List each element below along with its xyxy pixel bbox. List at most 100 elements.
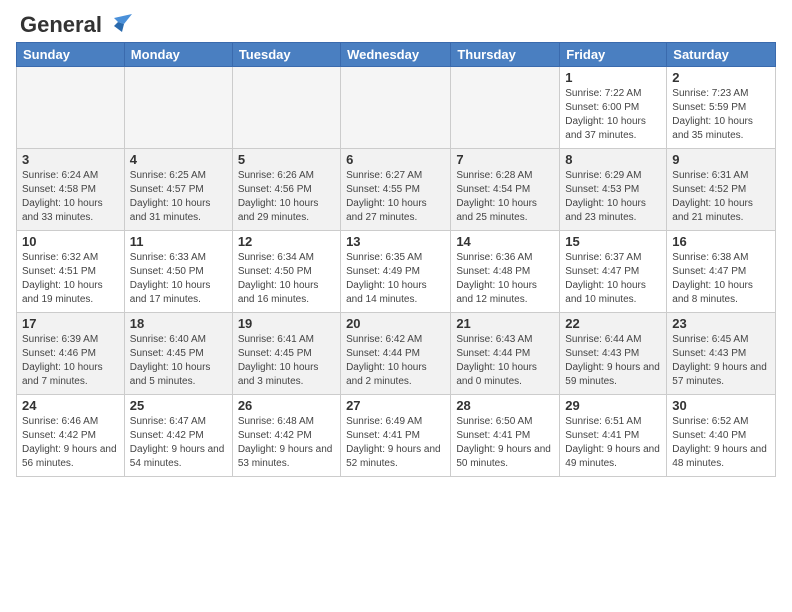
date-number: 11 <box>130 234 227 249</box>
cell-info: Sunrise: 6:49 AM Sunset: 4:41 PM Dayligh… <box>346 415 445 471</box>
cell-info: Sunrise: 6:32 AM Sunset: 4:51 PM Dayligh… <box>22 251 119 307</box>
cell-info: Sunrise: 6:43 AM Sunset: 4:44 PM Dayligh… <box>456 333 554 389</box>
date-number: 9 <box>672 152 770 167</box>
calendar-cell: 19 Sunrise: 6:41 AM Sunset: 4:45 PM Dayli… <box>232 313 340 395</box>
calendar-week-row: 3 Sunrise: 6:24 AM Sunset: 4:58 PM Daylig… <box>17 149 776 231</box>
cell-info: Sunrise: 6:40 AM Sunset: 4:45 PM Dayligh… <box>130 333 227 389</box>
cell-info: Sunrise: 6:36 AM Sunset: 4:48 PM Dayligh… <box>456 251 554 307</box>
calendar-cell: 12 Sunrise: 6:34 AM Sunset: 4:50 PM Dayli… <box>232 231 340 313</box>
date-number: 2 <box>672 70 770 85</box>
calendar-cell <box>17 67 125 149</box>
weekday-header-tuesday: Tuesday <box>232 43 340 67</box>
calendar-cell: 6Sunrise: 6:27 AM Sunset: 4:55 PM Daylig… <box>341 149 451 231</box>
calendar-cell: 9 Sunrise: 6:31 AM Sunset: 4:52 PM Daylig… <box>667 149 776 231</box>
calendar-cell: 21 Sunrise: 6:43 AM Sunset: 4:44 PM Dayli… <box>451 313 560 395</box>
cell-info: Sunrise: 6:44 AM Sunset: 4:43 PM Dayligh… <box>565 333 661 389</box>
cell-info: Sunrise: 6:35 AM Sunset: 4:49 PM Dayligh… <box>346 251 445 307</box>
date-number: 30 <box>672 398 770 413</box>
cell-info: Sunrise: 7:23 AM Sunset: 5:59 PM Dayligh… <box>672 87 770 143</box>
date-number: 25 <box>130 398 227 413</box>
calendar-cell: 18 Sunrise: 6:40 AM Sunset: 4:45 PM Dayli… <box>124 313 232 395</box>
date-number: 18 <box>130 316 227 331</box>
cell-info: Sunrise: 6:31 AM Sunset: 4:52 PM Dayligh… <box>672 169 770 225</box>
date-number: 16 <box>672 234 770 249</box>
date-number: 8 <box>565 152 661 167</box>
cell-info: Sunrise: 6:41 AM Sunset: 4:45 PM Dayligh… <box>238 333 335 389</box>
logo-text-general: General <box>20 12 102 38</box>
calendar-cell: 15 Sunrise: 6:37 AM Sunset: 4:47 PM Dayli… <box>560 231 667 313</box>
calendar-cell: 17 Sunrise: 6:39 AM Sunset: 4:46 PM Dayli… <box>17 313 125 395</box>
cell-info: Sunrise: 6:26 AM Sunset: 4:56 PM Dayligh… <box>238 169 335 225</box>
cell-info: Sunrise: 6:38 AM Sunset: 4:47 PM Dayligh… <box>672 251 770 307</box>
date-number: 5 <box>238 152 335 167</box>
cell-info: Sunrise: 6:25 AM Sunset: 4:57 PM Dayligh… <box>130 169 227 225</box>
date-number: 28 <box>456 398 554 413</box>
cell-info: Sunrise: 6:27 AM Sunset: 4:55 PM Dayligh… <box>346 169 445 225</box>
calendar-cell: 16 Sunrise: 6:38 AM Sunset: 4:47 PM Dayli… <box>667 231 776 313</box>
calendar-cell: 4 Sunrise: 6:25 AM Sunset: 4:57 PM Daylig… <box>124 149 232 231</box>
weekday-header-saturday: Saturday <box>667 43 776 67</box>
calendar-cell <box>232 67 340 149</box>
cell-info: Sunrise: 7:22 AM Sunset: 6:00 PM Dayligh… <box>565 87 661 143</box>
calendar-week-row: 1 Sunrise: 7:22 AM Sunset: 6:00 PM Daylig… <box>17 67 776 149</box>
cell-info: Sunrise: 6:34 AM Sunset: 4:50 PM Dayligh… <box>238 251 335 307</box>
calendar-cell: 7 Sunrise: 6:28 AM Sunset: 4:54 PM Daylig… <box>451 149 560 231</box>
weekday-header-friday: Friday <box>560 43 667 67</box>
calendar-cell: 5 Sunrise: 6:26 AM Sunset: 4:56 PM Daylig… <box>232 149 340 231</box>
date-number: 13 <box>346 234 445 249</box>
calendar-week-row: 17 Sunrise: 6:39 AM Sunset: 4:46 PM Dayli… <box>17 313 776 395</box>
date-number: 22 <box>565 316 661 331</box>
cell-info: Sunrise: 6:29 AM Sunset: 4:53 PM Dayligh… <box>565 169 661 225</box>
calendar-cell: 23 Sunrise: 6:45 AM Sunset: 4:43 PM Dayli… <box>667 313 776 395</box>
date-number: 12 <box>238 234 335 249</box>
calendar-cell: 24Sunrise: 6:46 AM Sunset: 4:42 PM Dayli… <box>17 395 125 477</box>
calendar-cell: 27 Sunrise: 6:49 AM Sunset: 4:41 PM Dayli… <box>341 395 451 477</box>
date-number: 3 <box>22 152 119 167</box>
date-number: 27 <box>346 398 445 413</box>
date-number: 26 <box>238 398 335 413</box>
calendar-wrapper: SundayMondayTuesdayWednesdayThursdayFrid… <box>0 42 792 485</box>
cell-info: Sunrise: 6:48 AM Sunset: 4:42 PM Dayligh… <box>238 415 335 471</box>
date-number: 1 <box>565 70 661 85</box>
cell-info: Sunrise: 6:24 AM Sunset: 4:58 PM Dayligh… <box>22 169 119 225</box>
weekday-header-sunday: Sunday <box>17 43 125 67</box>
calendar-table: SundayMondayTuesdayWednesdayThursdayFrid… <box>16 42 776 477</box>
calendar-week-row: 10Sunrise: 6:32 AM Sunset: 4:51 PM Dayli… <box>17 231 776 313</box>
cell-info: Sunrise: 6:51 AM Sunset: 4:41 PM Dayligh… <box>565 415 661 471</box>
date-number: 15 <box>565 234 661 249</box>
cell-info: Sunrise: 6:39 AM Sunset: 4:46 PM Dayligh… <box>22 333 119 389</box>
calendar-cell <box>451 67 560 149</box>
calendar-cell: 1 Sunrise: 7:22 AM Sunset: 6:00 PM Daylig… <box>560 67 667 149</box>
calendar-cell: 26 Sunrise: 6:48 AM Sunset: 4:42 PM Dayli… <box>232 395 340 477</box>
date-number: 23 <box>672 316 770 331</box>
calendar-cell: 2 Sunrise: 7:23 AM Sunset: 5:59 PM Daylig… <box>667 67 776 149</box>
date-number: 20 <box>346 316 445 331</box>
calendar-week-row: 24Sunrise: 6:46 AM Sunset: 4:42 PM Dayli… <box>17 395 776 477</box>
calendar-cell: 11 Sunrise: 6:33 AM Sunset: 4:50 PM Dayli… <box>124 231 232 313</box>
cell-info: Sunrise: 6:33 AM Sunset: 4:50 PM Dayligh… <box>130 251 227 307</box>
logo-bird-icon <box>104 14 132 36</box>
cell-info: Sunrise: 6:42 AM Sunset: 4:44 PM Dayligh… <box>346 333 445 389</box>
date-number: 24 <box>22 398 119 413</box>
cell-info: Sunrise: 6:37 AM Sunset: 4:47 PM Dayligh… <box>565 251 661 307</box>
calendar-cell <box>341 67 451 149</box>
date-number: 4 <box>130 152 227 167</box>
cell-info: Sunrise: 6:45 AM Sunset: 4:43 PM Dayligh… <box>672 333 770 389</box>
date-number: 14 <box>456 234 554 249</box>
calendar-cell: 30 Sunrise: 6:52 AM Sunset: 4:40 PM Dayli… <box>667 395 776 477</box>
calendar-cell: 3 Sunrise: 6:24 AM Sunset: 4:58 PM Daylig… <box>17 149 125 231</box>
logo: General <box>20 12 132 34</box>
cell-info: Sunrise: 6:52 AM Sunset: 4:40 PM Dayligh… <box>672 415 770 471</box>
date-number: 7 <box>456 152 554 167</box>
cell-info: Sunrise: 6:47 AM Sunset: 4:42 PM Dayligh… <box>130 415 227 471</box>
cell-info: Sunrise: 6:28 AM Sunset: 4:54 PM Dayligh… <box>456 169 554 225</box>
calendar-cell: 13 Sunrise: 6:35 AM Sunset: 4:49 PM Dayli… <box>341 231 451 313</box>
weekday-header-thursday: Thursday <box>451 43 560 67</box>
weekday-header-monday: Monday <box>124 43 232 67</box>
calendar-cell: 28Sunrise: 6:50 AM Sunset: 4:41 PM Dayli… <box>451 395 560 477</box>
date-number: 19 <box>238 316 335 331</box>
date-number: 29 <box>565 398 661 413</box>
calendar-cell: 10Sunrise: 6:32 AM Sunset: 4:51 PM Dayli… <box>17 231 125 313</box>
date-number: 21 <box>456 316 554 331</box>
date-number: 17 <box>22 316 119 331</box>
